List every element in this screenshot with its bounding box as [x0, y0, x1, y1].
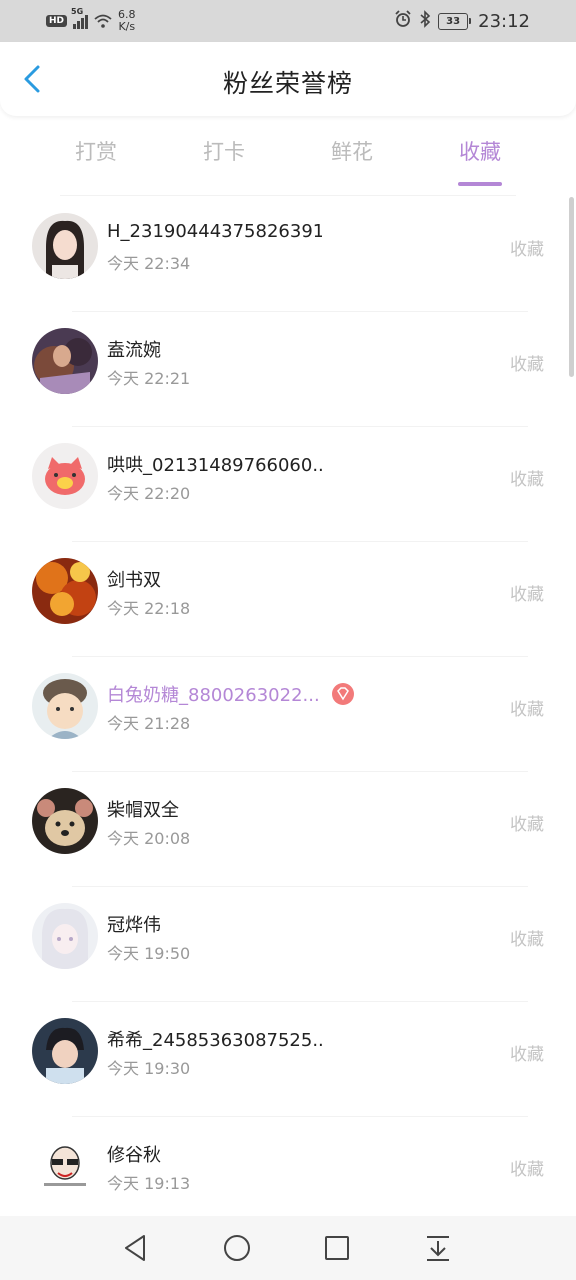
tab-favorites[interactable]: 收藏	[440, 136, 520, 186]
recents-square-icon	[325, 1236, 349, 1260]
status-right: 33 23:12	[394, 0, 530, 42]
home-circle-icon	[224, 1235, 250, 1261]
action-label: 收藏	[510, 240, 544, 260]
list-item[interactable]: 希希_24585363087525... 今天 19:30 收藏	[0, 1002, 576, 1117]
network-speed: 6.8 K/s	[118, 8, 136, 33]
fan-name: 盍流婉	[107, 340, 161, 361]
fan-name: 修谷秋	[107, 1145, 161, 1166]
tab-flowers[interactable]: 鲜花	[312, 136, 392, 166]
fan-name: 希希_24585363087525...	[107, 1030, 322, 1051]
status-left: HD 5G 6.8 K/s	[46, 0, 136, 42]
avatar	[32, 1018, 98, 1084]
action-label: 收藏	[510, 1045, 544, 1065]
action-label: 收藏	[510, 355, 544, 375]
tab-checkin[interactable]: 打卡	[184, 136, 264, 166]
fan-time: 今天 22:34	[107, 254, 191, 273]
action-label: 收藏	[510, 815, 544, 835]
page-title: 粉丝荣誉榜	[222, 69, 353, 98]
active-tab-indicator	[458, 182, 502, 186]
list-item[interactable]: 哄哄_02131489766060... 今天 22:20 收藏	[0, 427, 576, 542]
scrollbar[interactable]	[569, 197, 574, 377]
status-time: 23:12	[478, 10, 530, 32]
tab-bar: 打赏 打卡 鲜花 收藏	[0, 124, 576, 186]
divider	[60, 195, 516, 196]
fan-time: 今天 21:28	[107, 714, 191, 733]
fan-name: 柴帽双全	[107, 800, 179, 821]
list-item[interactable]: 冠烨伟 今天 19:50 收藏	[0, 887, 576, 1002]
action-label: 收藏	[510, 930, 544, 950]
avatar	[32, 1133, 98, 1199]
avatar	[32, 903, 98, 969]
battery-icon: 33	[438, 12, 472, 30]
back-triangle-icon	[125, 1235, 145, 1261]
avatar	[32, 673, 98, 739]
system-nav-bar	[0, 1216, 576, 1280]
list-item[interactable]: H_231904443758263916 今天 22:34 收藏	[0, 197, 576, 312]
nav-home-button[interactable]	[221, 1232, 253, 1264]
fan-name: 哄哄_02131489766060...	[107, 455, 322, 476]
notification-pulldown-icon	[427, 1236, 449, 1261]
nav-notification-button[interactable]	[422, 1232, 454, 1264]
bluetooth-icon	[419, 9, 431, 33]
action-label: 收藏	[510, 1160, 544, 1180]
action-label: 收藏	[510, 470, 544, 490]
list-item[interactable]: 白兔奶糖_8800263022... 今天 21:28 收藏	[0, 657, 576, 772]
fan-time: 今天 20:08	[107, 829, 191, 848]
nav-back-button[interactable]	[120, 1232, 152, 1264]
action-label: 收藏	[510, 585, 544, 605]
alarm-icon	[394, 9, 412, 33]
vip-badge-icon	[332, 683, 354, 705]
fan-list: H_231904443758263916 今天 22:34 收藏 盍流婉 今天 …	[0, 197, 576, 1232]
list-item[interactable]: 剑书双 今天 22:18 收藏	[0, 542, 576, 657]
fan-name: 冠烨伟	[107, 915, 161, 936]
avatar	[32, 213, 98, 279]
nav-recents-button[interactable]	[321, 1232, 353, 1264]
avatar	[32, 558, 98, 624]
fan-name: H_231904443758263916	[107, 221, 322, 242]
list-item[interactable]: 盍流婉 今天 22:21 收藏	[0, 312, 576, 427]
fan-name: 白兔奶糖_8800263022...	[107, 685, 320, 706]
fan-time: 今天 22:20	[107, 484, 191, 503]
tab-favorites-label: 收藏	[459, 140, 501, 164]
status-bar: HD 5G 6.8 K/s 33 23:12	[0, 0, 576, 42]
header: 粉丝荣誉榜	[0, 42, 576, 116]
hd-icon: HD	[46, 15, 68, 27]
avatar	[32, 788, 98, 854]
avatar	[32, 443, 98, 509]
tab-reward[interactable]: 打赏	[56, 136, 136, 166]
fan-time: 今天 22:18	[107, 599, 191, 618]
fan-time: 今天 19:13	[107, 1174, 191, 1193]
list-item[interactable]: 柴帽双全 今天 20:08 收藏	[0, 772, 576, 887]
fan-name: 剑书双	[107, 570, 161, 591]
fan-time: 今天 22:21	[107, 369, 191, 388]
action-label: 收藏	[510, 700, 544, 720]
wifi-icon	[94, 14, 112, 28]
signal-icon: 5G	[71, 7, 89, 29]
fan-time: 今天 19:50	[107, 944, 191, 963]
list-item[interactable]: 修谷秋 今天 19:13 收藏	[0, 1117, 576, 1232]
fan-time: 今天 19:30	[107, 1059, 191, 1078]
avatar	[32, 328, 98, 394]
